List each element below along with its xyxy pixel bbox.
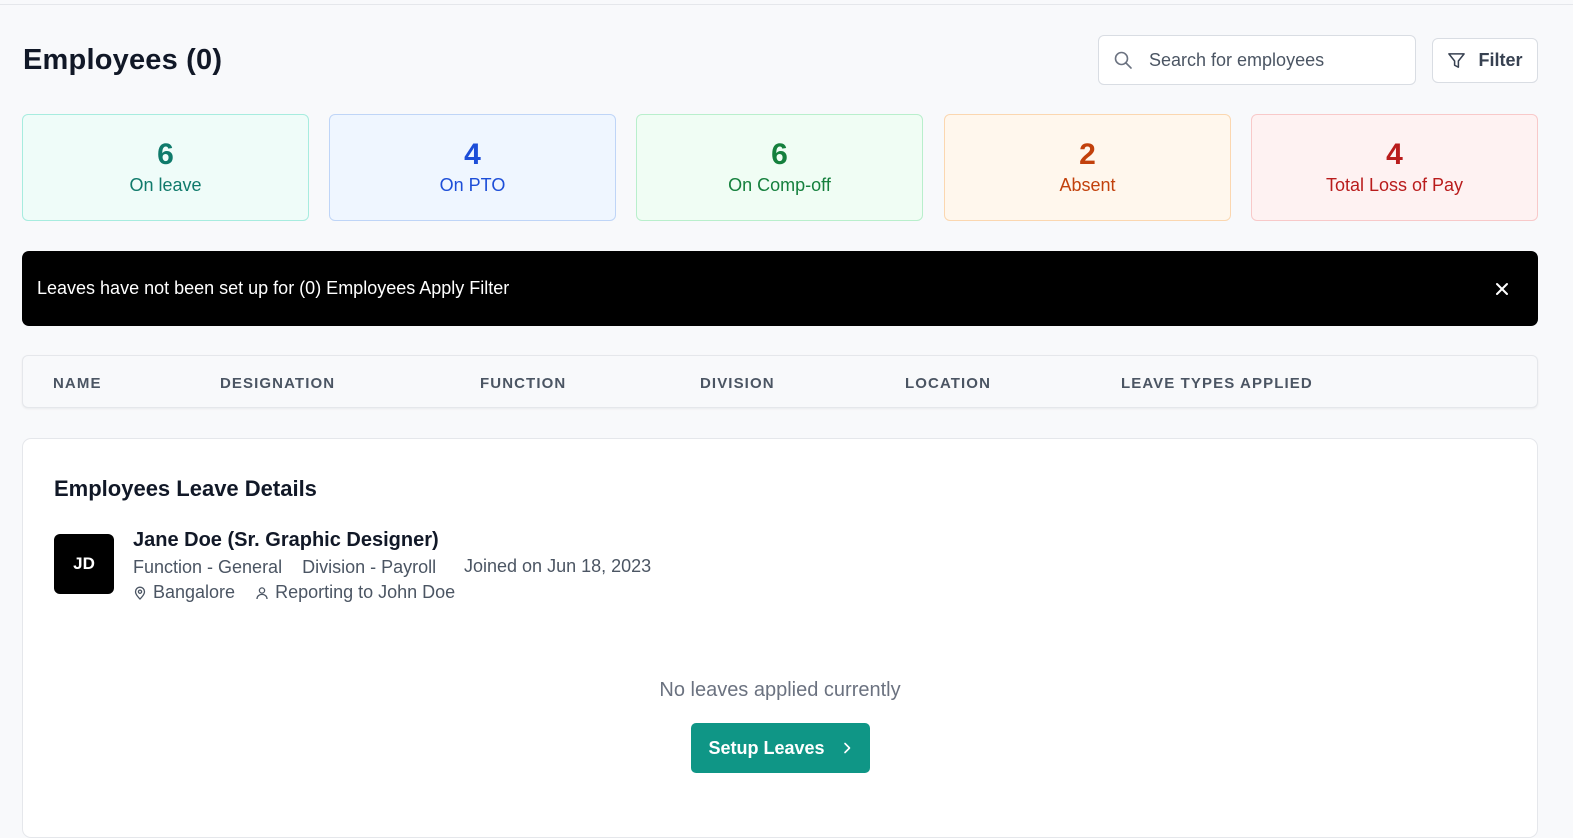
stat-label: Absent [1059,175,1116,195]
stat-card-on-leave[interactable]: 6 On leave [22,114,309,221]
stat-value: 6 [771,138,788,171]
employee-name[interactable]: Jane Doe (Sr. Graphic Designer) [133,529,439,552]
search-input[interactable] [1149,49,1389,71]
chevron-right-icon [843,742,850,754]
banner-text: Leaves have not been set up for (0) Empl… [37,278,510,298]
stat-card-on-pto[interactable]: 4 On PTO [329,114,616,221]
location-pin-icon [134,586,146,600]
page-title: Employees (0) [23,44,223,76]
employee-meta-line: Bangalore Reporting to John Doe [133,582,455,603]
search-box[interactable] [1098,35,1416,85]
avatar: JD [54,534,114,594]
column-header-division[interactable]: DIVISION [700,375,775,392]
employee-division: Division - Payroll [302,557,437,577]
setup-leaves-label: Setup Leaves [708,737,825,758]
column-header-function[interactable]: FUNCTION [480,375,566,392]
stat-label: On PTO [439,175,506,195]
employee-reporting: Reporting to John Doe [275,582,456,602]
stat-label: On Comp-off [728,175,831,195]
stat-label: Total Loss of Pay [1325,175,1464,195]
column-header-location[interactable]: LOCATION [905,375,991,392]
stat-card-on-comp-off[interactable]: 6 On Comp-off [636,114,923,221]
filter-label: Filter [1478,50,1523,70]
close-icon[interactable] [1494,281,1510,297]
employee-org-line: Function - General Division - Payroll [133,557,436,578]
column-header-leave-types[interactable]: LEAVE TYPES APPLIED [1121,375,1313,392]
column-header-designation[interactable]: DESIGNATION [220,375,335,392]
stat-value: 4 [464,138,481,171]
stat-card-total-loss-of-pay[interactable]: 4 Total Loss of Pay [1251,114,1538,221]
setup-leaves-button[interactable]: Setup Leaves [691,723,870,773]
setup-banner: Leaves have not been set up for (0) Empl… [22,251,1538,326]
filter-button[interactable]: Filter [1432,38,1538,83]
top-divider [0,4,1573,5]
stat-value: 2 [1079,138,1096,171]
user-icon [256,586,268,599]
search-icon [1114,51,1132,69]
stat-label: On leave [129,175,202,195]
leave-details-card: Employees Leave Details JD Jane Doe (Sr.… [22,438,1538,838]
stat-value: 6 [157,138,174,171]
section-title: Employees Leave Details [54,476,317,501]
funnel-icon [1448,53,1466,68]
empty-state-message: No leaves applied currently [659,679,901,701]
stat-card-absent[interactable]: 2 Absent [944,114,1231,221]
table-header: NAME DESIGNATION FUNCTION DIVISION LOCAT… [22,355,1538,408]
employee-joined-date: Joined on Jun 18, 2023 [464,556,652,576]
column-header-name[interactable]: NAME [53,375,102,392]
employee-function: Function - General [133,557,283,577]
stat-value: 4 [1386,138,1403,171]
employee-location: Bangalore [153,582,236,602]
